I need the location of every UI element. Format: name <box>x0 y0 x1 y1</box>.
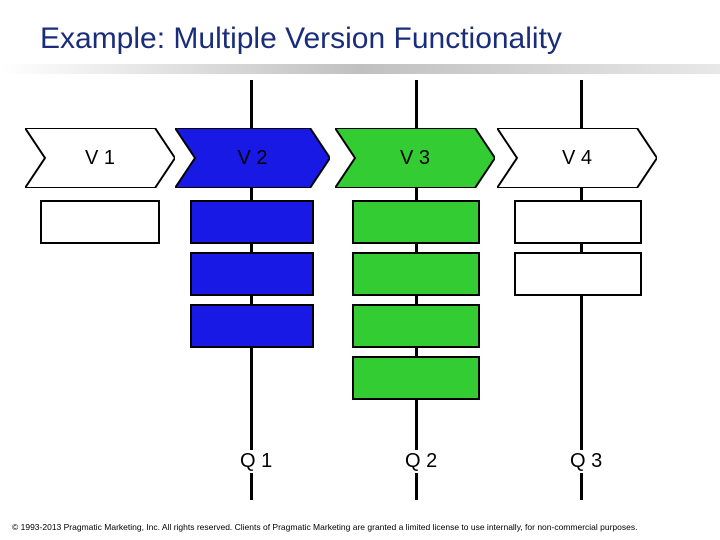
version-label: V 1 <box>25 128 175 188</box>
version-label: V 3 <box>335 128 495 188</box>
version-chevron-v2: V 2 <box>175 128 330 188</box>
version-chevron-v3: V 3 <box>335 128 495 188</box>
quarter-label-q2: Q 2 <box>401 450 441 473</box>
title-underline <box>0 64 720 74</box>
cell-v3-r3 <box>352 304 480 348</box>
cell-v2-r2 <box>190 252 314 296</box>
copyright-footer: © 1993-2013 Pragmatic Marketing, Inc. Al… <box>12 522 708 532</box>
version-label: V 4 <box>497 128 657 188</box>
quarter-label-q3: Q 3 <box>566 450 606 473</box>
cell-v4-r2 <box>514 252 642 296</box>
version-chevron-v4: V 4 <box>497 128 657 188</box>
cell-v1-r1 <box>40 200 160 244</box>
cell-v3-r2 <box>352 252 480 296</box>
version-chevron-v1: V 1 <box>25 128 175 188</box>
cell-v3-r1 <box>352 200 480 244</box>
cell-v3-r4 <box>352 356 480 400</box>
cell-v2-r3 <box>190 304 314 348</box>
cell-v4-r1 <box>514 200 642 244</box>
page-title: Example: Multiple Version Functionality <box>40 22 562 56</box>
diagram-area: V 1 V 2 V 3 V 4 Q 1 Q 2 Q 3 <box>0 80 720 500</box>
quarter-label-q1: Q 1 <box>236 450 276 473</box>
cell-v2-r1 <box>190 200 314 244</box>
version-label: V 2 <box>175 128 330 188</box>
